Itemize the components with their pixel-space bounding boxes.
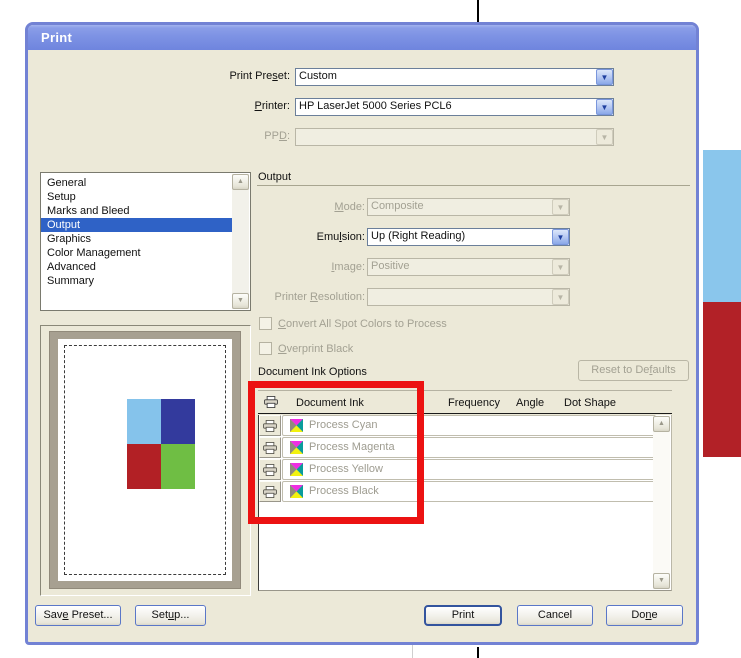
print-preset-combo[interactable]: Custom ▼ bbox=[295, 68, 614, 86]
printer-label: Printer: bbox=[108, 100, 290, 112]
page-guide-line-bottom bbox=[477, 647, 479, 658]
chevron-down-icon[interactable]: ▼ bbox=[552, 229, 569, 245]
scroll-up-icon[interactable]: ▲ bbox=[653, 416, 670, 432]
screenshot-canvas: Print Print Preset: Custom ▼ Printer: HP… bbox=[0, 0, 741, 658]
printer-resolution-combo: ▼ bbox=[367, 288, 570, 306]
page-preview-panel bbox=[40, 325, 251, 596]
cancel-button[interactable]: Cancel bbox=[517, 605, 593, 626]
preview-page bbox=[58, 339, 232, 581]
ppd-label: PPD: bbox=[108, 130, 290, 142]
ink-name: Process Yellow bbox=[309, 463, 383, 475]
table-row: Process Black bbox=[259, 481, 671, 502]
table-row: Process Yellow bbox=[259, 459, 671, 480]
background-red-rectangle bbox=[703, 302, 741, 457]
section-divider bbox=[257, 185, 690, 186]
image-label: Image: bbox=[178, 261, 365, 273]
chevron-down-icon: ▼ bbox=[552, 199, 569, 215]
ink-print-toggle-button[interactable] bbox=[259, 415, 281, 436]
dialog-title-bar[interactable]: Print bbox=[28, 25, 696, 50]
ink-print-toggle-button[interactable] bbox=[259, 459, 281, 480]
sidebar-item-general[interactable]: General bbox=[41, 176, 233, 190]
image-value: Positive bbox=[371, 260, 550, 272]
table-row: Process Magenta bbox=[259, 437, 671, 458]
column-header-dot-shape: Dot Shape bbox=[564, 397, 616, 409]
mode-combo: Composite ▼ bbox=[367, 198, 570, 216]
process-color-icon bbox=[290, 419, 303, 432]
ink-table-header: Document Ink Frequency Angle Dot Shape bbox=[258, 390, 672, 414]
table-row: Process Cyan bbox=[259, 415, 671, 436]
mode-value: Composite bbox=[371, 200, 550, 212]
ppd-combo: ▼ bbox=[295, 128, 614, 146]
ink-table: Process Cyan Process Magenta Process bbox=[258, 415, 672, 591]
output-heading: Output bbox=[258, 171, 291, 183]
column-header-document-ink: Document Ink bbox=[296, 397, 364, 409]
save-preset-button[interactable]: Save Preset... bbox=[35, 605, 121, 626]
ink-name: Process Black bbox=[309, 485, 379, 497]
emulsion-label: Emulsion: bbox=[178, 231, 365, 243]
setup-button[interactable]: Setup... bbox=[135, 605, 206, 626]
preview-swatch-lightblue bbox=[127, 399, 161, 444]
sidebar-item-summary[interactable]: Summary bbox=[41, 274, 233, 288]
chevron-down-icon: ▼ bbox=[552, 259, 569, 275]
sidebar-item-output[interactable]: Output bbox=[41, 218, 233, 232]
ink-print-toggle-button[interactable] bbox=[259, 437, 281, 458]
printer-resolution-label: Printer Resolution: bbox=[178, 291, 365, 303]
column-header-angle: Angle bbox=[516, 397, 544, 409]
overprint-black-checkbox bbox=[259, 342, 272, 355]
ink-table-scrollbar[interactable]: ▲ ▼ bbox=[653, 416, 670, 589]
mode-label: Mode: bbox=[178, 201, 365, 213]
emulsion-combo[interactable]: Up (Right Reading) ▼ bbox=[367, 228, 570, 246]
emulsion-value: Up (Right Reading) bbox=[371, 230, 550, 242]
dialog-title: Print bbox=[28, 25, 696, 50]
ink-name: Process Cyan bbox=[309, 419, 377, 431]
reset-to-defaults-button: Reset to Defaults bbox=[578, 360, 689, 381]
chevron-down-icon[interactable]: ▼ bbox=[596, 69, 613, 85]
convert-spot-colors-checkbox bbox=[259, 317, 272, 330]
preview-swatch-darkblue bbox=[161, 399, 195, 444]
sidebar-item-color-management[interactable]: Color Management bbox=[41, 246, 233, 260]
scroll-up-icon[interactable]: ▲ bbox=[232, 174, 249, 190]
ink-print-toggle-button[interactable] bbox=[259, 481, 281, 502]
preview-swatch-green bbox=[161, 444, 195, 489]
process-color-icon bbox=[290, 485, 303, 498]
process-color-icon bbox=[290, 441, 303, 454]
print-preset-value: Custom bbox=[299, 70, 594, 82]
background-blue-rectangle bbox=[703, 150, 741, 302]
done-button[interactable]: Done bbox=[606, 605, 683, 626]
print-preset-label: Print Preset: bbox=[108, 70, 290, 82]
preview-pasteboard bbox=[49, 331, 241, 589]
ink-options-heading: Document Ink Options bbox=[258, 366, 367, 378]
overprint-black-label: Overprint Black bbox=[278, 343, 353, 355]
chevron-down-icon: ▼ bbox=[552, 289, 569, 305]
scroll-down-icon[interactable]: ▼ bbox=[653, 573, 670, 589]
convert-spot-colors-label: Convert All Spot Colors to Process bbox=[278, 318, 447, 330]
page-guide-line-top bbox=[477, 0, 479, 23]
chevron-down-icon: ▼ bbox=[596, 129, 613, 145]
preview-swatch-red bbox=[127, 444, 161, 489]
printer-combo[interactable]: HP LaserJet 5000 Series PCL6 ▼ bbox=[295, 98, 614, 116]
print-button[interactable]: Print bbox=[424, 605, 502, 626]
chevron-down-icon[interactable]: ▼ bbox=[596, 99, 613, 115]
printer-icon bbox=[264, 396, 278, 408]
ink-name: Process Magenta bbox=[309, 441, 395, 453]
image-combo: Positive ▼ bbox=[367, 258, 570, 276]
page-edge-line bbox=[412, 645, 413, 658]
print-dialog: Print Print Preset: Custom ▼ Printer: HP… bbox=[25, 22, 699, 645]
column-header-frequency: Frequency bbox=[448, 397, 500, 409]
process-color-icon bbox=[290, 463, 303, 476]
printer-value: HP LaserJet 5000 Series PCL6 bbox=[299, 100, 594, 112]
